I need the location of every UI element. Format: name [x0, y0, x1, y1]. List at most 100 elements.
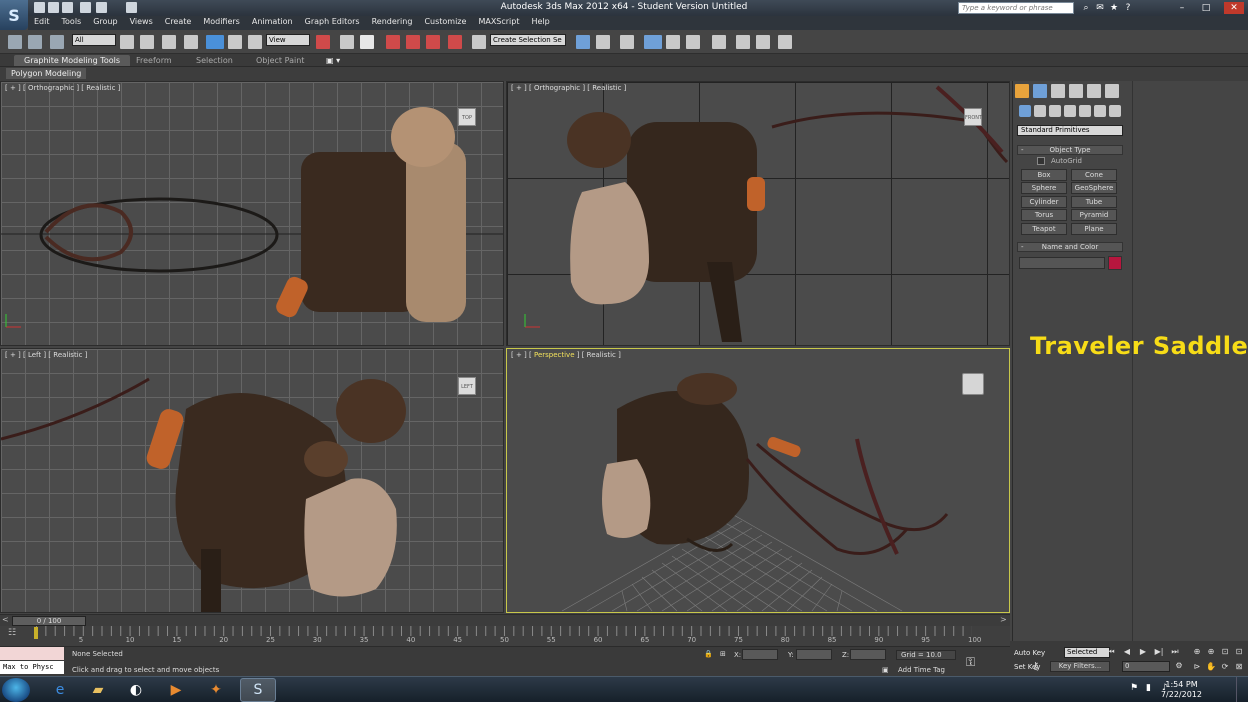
auto-key-button[interactable]: Auto Key: [1014, 649, 1045, 657]
paint-icon[interactable]: ✦: [198, 678, 234, 702]
create-tab-icon[interactable]: [1015, 84, 1029, 98]
menu-item-views[interactable]: Views: [124, 16, 159, 30]
viewcube-icon[interactable]: [962, 373, 984, 395]
help-icon[interactable]: ?: [1122, 2, 1134, 14]
material-editor-icon[interactable]: [712, 35, 726, 49]
bind-spacewarp-icon[interactable]: [50, 35, 64, 49]
menu-item-graph-editors[interactable]: Graph Editors: [299, 16, 366, 30]
play-icon[interactable]: ▶: [1138, 647, 1148, 657]
autogrid-checkbox[interactable]: [1037, 157, 1045, 165]
maxscript-listener-input[interactable]: [0, 647, 64, 660]
menu-item-create[interactable]: Create: [159, 16, 198, 30]
object-name-field[interactable]: [1019, 257, 1105, 269]
prev-frame-icon[interactable]: <: [2, 615, 9, 624]
rendered-frame-window-icon[interactable]: [756, 35, 770, 49]
window-crossing-icon[interactable]: [184, 35, 198, 49]
orbit-icon[interactable]: ⟳: [1220, 662, 1230, 672]
start-button[interactable]: [2, 678, 30, 702]
name-color-rollout[interactable]: - Name and Color: [1017, 242, 1123, 252]
geosphere-button[interactable]: GeoSphere: [1071, 182, 1117, 194]
tab-selection[interactable]: Selection: [196, 56, 233, 65]
show-desktop-button[interactable]: [1236, 677, 1248, 702]
binoculars-icon[interactable]: ⌕: [1080, 2, 1092, 14]
hierarchy-tab-icon[interactable]: [1051, 84, 1065, 98]
teapot-button[interactable]: Teapot: [1021, 223, 1067, 235]
system-clock[interactable]: 1:54 PM 7/22/2012: [1161, 680, 1202, 700]
link-icon[interactable]: [8, 35, 22, 49]
percent-snap-icon[interactable]: [426, 35, 440, 49]
utilities-tab-icon[interactable]: [1105, 84, 1119, 98]
ie-icon[interactable]: e: [42, 678, 78, 702]
object-type-rollout[interactable]: - Object Type: [1017, 145, 1123, 155]
helpers-icon[interactable]: [1079, 105, 1091, 117]
curve-editor-icon[interactable]: [666, 35, 680, 49]
tube-button[interactable]: Tube: [1071, 196, 1117, 208]
select-scale-icon[interactable]: [248, 35, 262, 49]
polygon-modeling-panel[interactable]: Polygon Modeling: [6, 68, 87, 79]
menu-item-group[interactable]: Group: [87, 16, 123, 30]
align-icon[interactable]: [596, 35, 610, 49]
zoom-all-icon[interactable]: ⊕: [1206, 647, 1216, 657]
absolute-mode-icon[interactable]: ⊞: [720, 650, 726, 658]
reference-coordinate-dropdown[interactable]: View: [266, 34, 310, 46]
lights-icon[interactable]: [1049, 105, 1061, 117]
zoom-extents-icon[interactable]: ⊡: [1220, 647, 1230, 657]
named-selection-sets-dropdown[interactable]: Create Selection Se: [490, 34, 566, 46]
new-file-icon[interactable]: [34, 2, 45, 13]
goto-start-icon[interactable]: ⏮: [1106, 647, 1116, 657]
cone-button[interactable]: Cone: [1071, 169, 1117, 181]
schematic-view-icon[interactable]: [686, 35, 700, 49]
plane-button[interactable]: Plane: [1071, 223, 1117, 235]
torus-button[interactable]: Torus: [1021, 209, 1067, 221]
select-object-icon[interactable]: [120, 35, 134, 49]
viewport-label[interactable]: [ + ] [ Orthographic ] [ Realistic ]: [511, 84, 626, 92]
menu-item-maxscript[interactable]: MAXScript: [472, 16, 525, 30]
key-mode-dropdown[interactable]: Selected: [1064, 647, 1110, 658]
display-tab-icon[interactable]: [1087, 84, 1101, 98]
viewcube-icon[interactable]: LEFT: [458, 377, 476, 395]
minimize-icon[interactable]: –: [1176, 2, 1188, 14]
cameras-icon[interactable]: [1064, 105, 1076, 117]
select-by-name-icon[interactable]: [140, 35, 154, 49]
zoom-extents-all-icon[interactable]: ⊡: [1234, 647, 1244, 657]
next-key-icon[interactable]: ▶|: [1154, 647, 1164, 657]
time-tag-icon[interactable]: ▣: [882, 666, 889, 674]
network-icon[interactable]: ▮: [1146, 683, 1151, 693]
viewport-left[interactable]: [ + ] [ Left ] [ Realistic ] LEFT: [0, 348, 504, 613]
render-setup-icon[interactable]: [736, 35, 750, 49]
systems-icon[interactable]: [1109, 105, 1121, 117]
menu-item-modifiers[interactable]: Modifiers: [197, 16, 246, 30]
viewport-label[interactable]: [ + ] [ Left ] [ Realistic ]: [5, 351, 87, 359]
next-frame-icon[interactable]: >: [1000, 615, 1007, 624]
pivot-center-icon[interactable]: [316, 35, 330, 49]
prev-key-icon[interactable]: ◀: [1122, 647, 1132, 657]
x-coordinate-field[interactable]: [742, 649, 778, 660]
3dsmax-taskbar-icon[interactable]: S: [240, 678, 276, 702]
primitive-type-dropdown[interactable]: Standard Primitives: [1017, 125, 1123, 136]
select-rotate-icon[interactable]: [228, 35, 242, 49]
media-center-icon[interactable]: ◐: [118, 678, 154, 702]
viewcube-icon[interactable]: TOP: [458, 108, 476, 126]
spacewarps-icon[interactable]: [1094, 105, 1106, 117]
time-slider[interactable]: 0 / 100: [12, 616, 86, 626]
app-logo-icon[interactable]: S: [0, 0, 28, 30]
edit-named-selection-icon[interactable]: [472, 35, 486, 49]
track-bar[interactable]: ☷ 5 10 15 20 25 30 35 40 45 50 55 60 65 70 75 80 85 90 95 1…: [0, 626, 1010, 646]
unlink-icon[interactable]: [28, 35, 42, 49]
object-color-swatch[interactable]: [1108, 256, 1122, 270]
viewcube-icon[interactable]: FRONT: [964, 108, 982, 126]
menu-item-animation[interactable]: Animation: [246, 16, 299, 30]
render-production-icon[interactable]: [778, 35, 792, 49]
graphite-toggle-icon[interactable]: [644, 35, 662, 49]
menu-item-rendering[interactable]: Rendering: [366, 16, 419, 30]
shapes-icon[interactable]: [1034, 105, 1046, 117]
menu-item-tools[interactable]: Tools: [56, 16, 88, 30]
box-button[interactable]: Box: [1021, 169, 1067, 181]
set-key-icon[interactable]: ⚿: [966, 655, 975, 670]
undo-icon[interactable]: [80, 2, 91, 13]
maximize-viewport-icon[interactable]: ⊠: [1234, 662, 1244, 672]
media-player-icon[interactable]: ▶: [158, 678, 194, 702]
current-frame-input[interactable]: 0: [1122, 661, 1170, 672]
menu-item-edit[interactable]: Edit: [28, 16, 56, 30]
geometry-icon[interactable]: [1019, 105, 1031, 117]
